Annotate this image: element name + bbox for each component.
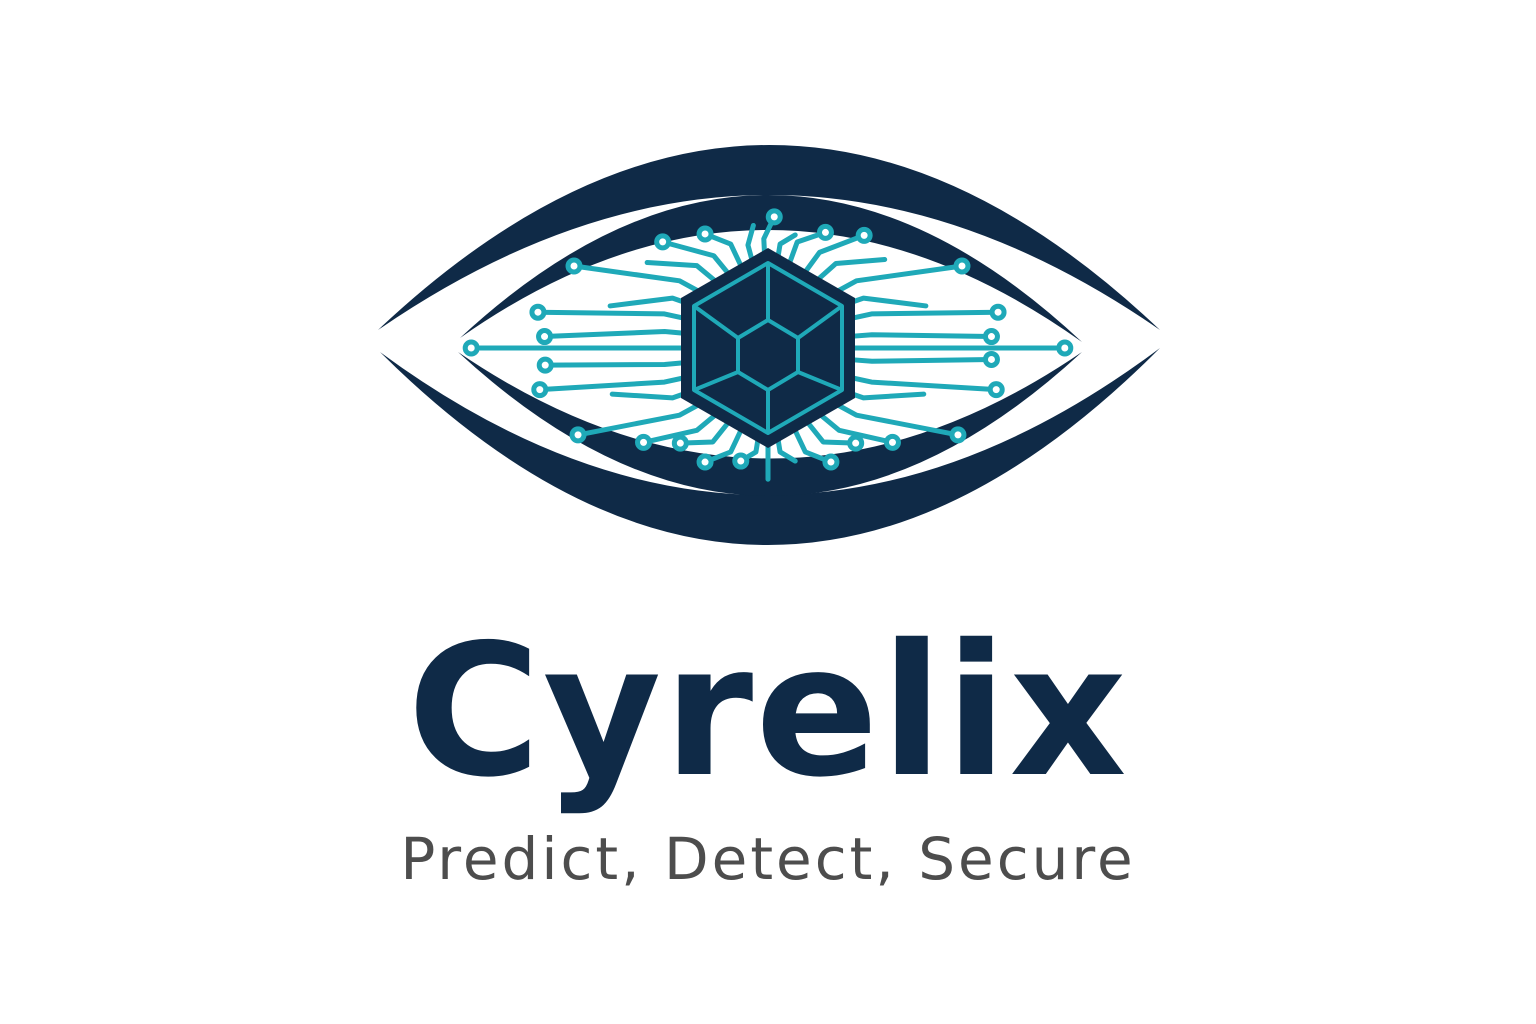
brand-tagline: Predict, Detect, Secure bbox=[400, 825, 1136, 893]
circuit-node bbox=[569, 426, 587, 444]
circuit-node bbox=[462, 339, 480, 357]
circuit-trace bbox=[844, 309, 1001, 322]
circuit-node bbox=[847, 434, 865, 452]
circuit-node bbox=[635, 433, 653, 451]
circuit-node bbox=[982, 350, 1000, 368]
circuit-trace bbox=[537, 374, 692, 393]
circuit-node bbox=[671, 434, 689, 452]
circuit-node bbox=[822, 453, 840, 471]
circuit-node bbox=[883, 433, 901, 451]
circuit-trace bbox=[571, 263, 707, 297]
logo-canvas: Cyrelix Predict, Detect, Secure bbox=[0, 0, 1536, 1024]
circuit-node bbox=[982, 328, 1000, 346]
circuit-node bbox=[696, 225, 714, 243]
circuit-node bbox=[949, 426, 967, 444]
circuit-trace bbox=[844, 374, 999, 393]
circuit-trace bbox=[542, 329, 688, 340]
circuit-trace bbox=[660, 239, 732, 277]
circuit-node bbox=[989, 303, 1007, 321]
circuit-trace bbox=[542, 360, 688, 368]
circuit-node bbox=[987, 381, 1005, 399]
circuit-trace bbox=[848, 356, 994, 364]
circuit-trace bbox=[848, 332, 994, 340]
circuit-node bbox=[531, 381, 549, 399]
circuit-trace bbox=[829, 399, 961, 438]
circuit-node bbox=[1056, 339, 1074, 357]
brand-name: Cyrelix bbox=[407, 605, 1129, 817]
circuit-node bbox=[529, 303, 547, 321]
circuit-node bbox=[536, 356, 554, 374]
eye-circuit-logo-icon bbox=[378, 145, 1160, 546]
circuit-node bbox=[816, 223, 834, 241]
circuit-trace bbox=[829, 263, 965, 297]
circuit-node bbox=[732, 452, 750, 470]
circuit-node bbox=[565, 257, 583, 275]
circuit-trace bbox=[535, 309, 692, 322]
circuit-node bbox=[855, 226, 873, 244]
circuit-node bbox=[765, 208, 783, 226]
circuit-node bbox=[696, 453, 714, 471]
circuit-node bbox=[536, 328, 554, 346]
circuit-node bbox=[953, 257, 971, 275]
circuit-node bbox=[654, 233, 672, 251]
circuit-trace bbox=[575, 399, 707, 438]
